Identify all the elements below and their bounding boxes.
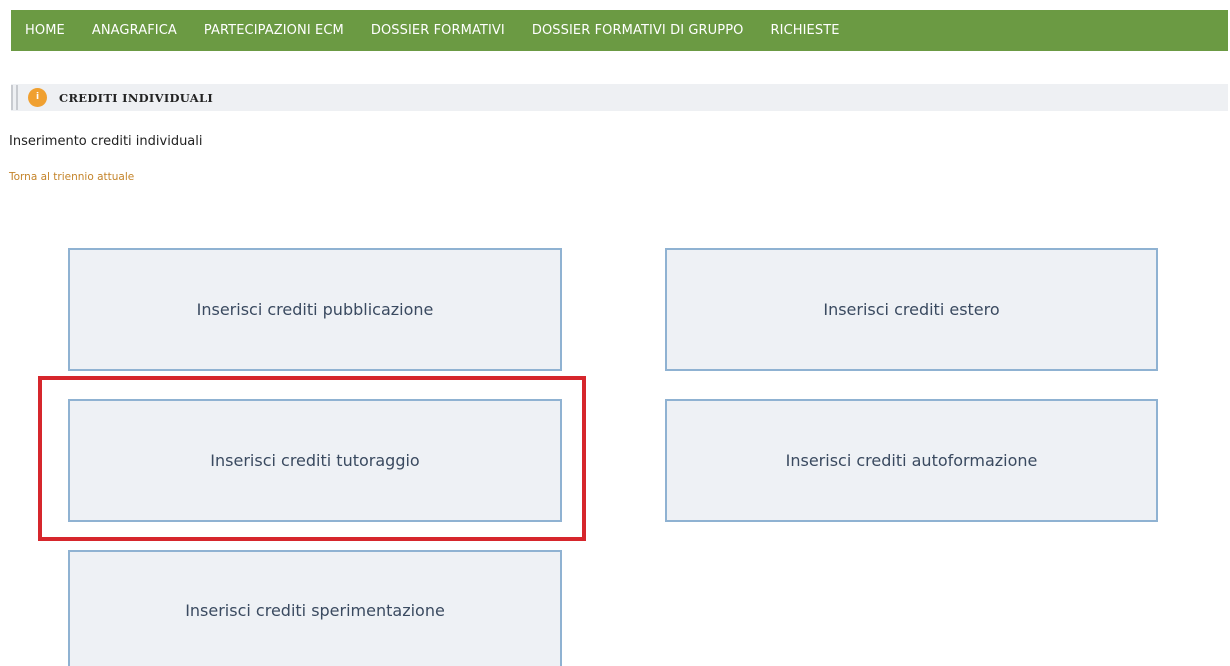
insert-experimentation-credits-label: Inserisci crediti sperimentazione [185, 600, 445, 620]
nav-item-anagrafica[interactable]: ANAGRAFICA [92, 23, 177, 38]
section-header: i CREDITI INDIVIDUALI [11, 84, 1228, 111]
insert-self-training-credits-label: Inserisci crediti autoformazione [785, 451, 1038, 470]
nav-item-dossier-formativi-di-gruppo[interactable]: DOSSIER FORMATIVI DI GRUPPO [532, 23, 744, 38]
insert-foreign-credits-label: Inserisci crediti estero [823, 300, 1000, 319]
page: HOME ANAGRAFICA PARTECIPAZIONI ECM DOSSI… [0, 0, 1230, 666]
section-title: CREDITI INDIVIDUALI [59, 90, 214, 105]
info-circle-icon: i [28, 88, 47, 107]
insert-experimentation-credits-button[interactable]: Inserisci crediti sperimentazione [68, 550, 562, 666]
insert-tutoring-credits-button[interactable]: Inserisci crediti tutoraggio [68, 399, 562, 522]
insert-publication-credits-button[interactable]: Inserisci crediti pubblicazione [68, 248, 562, 371]
section-marker [11, 85, 18, 110]
nav-item-home[interactable]: HOME [25, 23, 65, 38]
page-subtitle: Inserimento crediti individuali [9, 134, 203, 149]
nav-item-partecipazioni-ecm[interactable]: PARTECIPAZIONI ECM [204, 23, 344, 38]
back-to-current-triennium-link[interactable]: Torna al triennio attuale [9, 171, 134, 183]
insert-self-training-credits-button[interactable]: Inserisci crediti autoformazione [665, 399, 1158, 522]
insert-tutoring-credits-label: Inserisci crediti tutoraggio [210, 451, 420, 470]
nav-item-richieste[interactable]: RICHIESTE [771, 23, 840, 38]
insert-publication-credits-label: Inserisci crediti pubblicazione [196, 300, 434, 319]
top-navigation-bar: HOME ANAGRAFICA PARTECIPAZIONI ECM DOSSI… [11, 10, 1228, 51]
nav-item-dossier-formativi[interactable]: DOSSIER FORMATIVI [371, 23, 505, 38]
insert-foreign-credits-button[interactable]: Inserisci crediti estero [665, 248, 1158, 371]
